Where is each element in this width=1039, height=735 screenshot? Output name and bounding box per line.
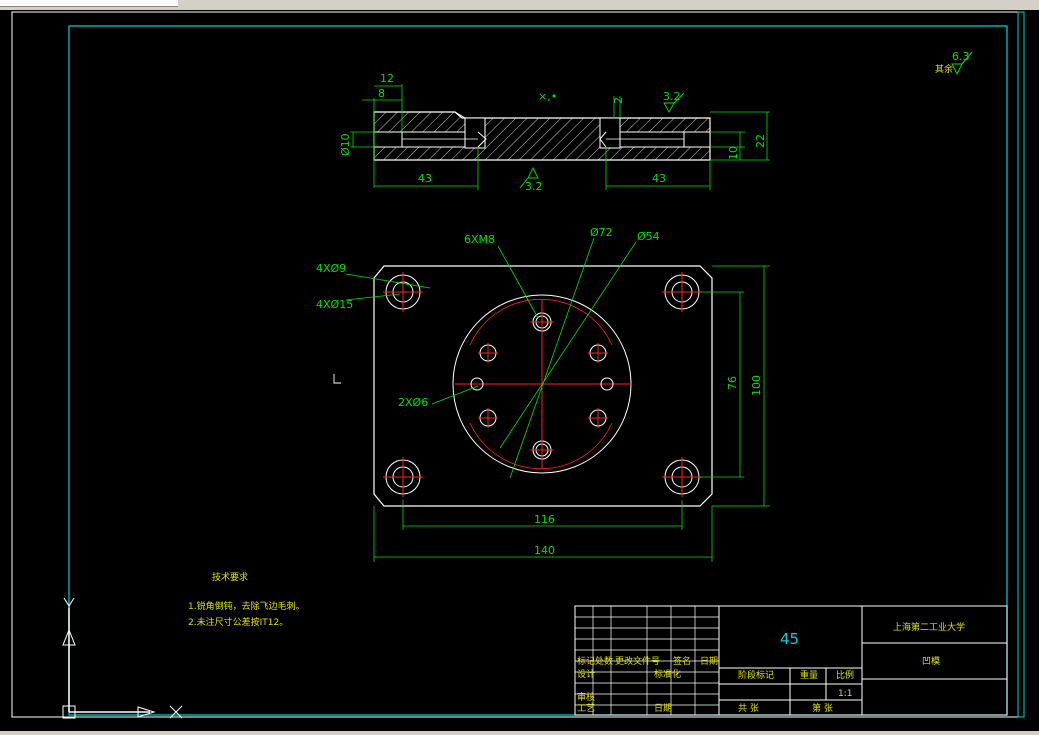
roughness-remaining: 其余 6.3 — [935, 50, 973, 76]
command-strip — [0, 0, 1039, 10]
cursor-glyph: ×,• — [538, 90, 557, 103]
dim-2: 2 — [612, 97, 625, 104]
callout-phi54: Ø54 — [637, 230, 660, 243]
roughness-top-value: 3.2 — [663, 90, 681, 103]
roughness-bottom-value: 3.2 — [525, 180, 543, 193]
tb-mark: 标记 — [577, 655, 595, 667]
title-block: 标记 处数 更改文件号 签名 日期 设计 标准化 审核 工艺 日期 阶段标记 重… — [574, 605, 1008, 716]
command-input[interactable] — [0, 0, 178, 7]
tb-count: 处数 — [595, 655, 613, 667]
callout-2x-phi6: 2XØ6 — [398, 396, 428, 409]
dim-116: 116 — [534, 513, 555, 526]
tb-weight: 重量 — [800, 669, 818, 681]
roughness-value: 6.3 — [952, 50, 970, 63]
scroll-edge — [1017, 11, 1025, 718]
tb-date: 日期 — [700, 656, 718, 667]
tech-requirements: 技术要求 1.锐角倒钝，去除飞边毛刺。 2.未注尺寸公差按IT12。 — [188, 571, 305, 628]
tb-process: 工艺 — [577, 703, 595, 714]
tb-scale: 1:1 — [838, 689, 852, 699]
dim-10: 10 — [727, 146, 740, 160]
dim-22: 22 — [754, 134, 767, 148]
dim-140: 140 — [534, 544, 555, 557]
roughness-label: 其余 — [935, 63, 953, 75]
tb-review: 审核 — [577, 691, 595, 703]
callout-thread: 6XM8 — [464, 233, 495, 246]
ucs-icon — [62, 597, 183, 719]
tech-req-title: 技术要求 — [212, 571, 248, 583]
plan-view: 6XM8 Ø72 Ø54 4XØ9 4XØ15 2XØ6 116 140 76 … — [316, 226, 770, 562]
tb-scale-label: 比例 — [836, 669, 854, 681]
tb-material: 45 — [780, 630, 799, 648]
cad-drawing-canvas[interactable]: 其余 6.3 12 8 Ø10 43 43 22 10 2 3.2 3.2 ×,… — [0, 10, 1039, 731]
section-view: 12 8 Ø10 43 43 22 10 2 3.2 3.2 ×,• — [339, 72, 770, 193]
tb-sheet-of: 第 张 — [812, 702, 833, 714]
dim-12: 12 — [380, 72, 394, 85]
tb-change-doc: 更改文件号 — [615, 655, 660, 667]
status-strip — [0, 731, 1039, 735]
tb-stage: 阶段标记 — [738, 669, 774, 681]
dim-phi10: Ø10 — [339, 133, 352, 156]
dim-100: 100 — [750, 375, 763, 396]
tb-approve: 日期 — [654, 703, 672, 714]
dim-43-right: 43 — [652, 172, 666, 185]
dim-76: 76 — [726, 376, 739, 390]
dim-8: 8 — [378, 87, 385, 100]
callout-phi72: Ø72 — [590, 226, 613, 239]
tb-sheet: 共 张 — [738, 703, 759, 714]
callout-4x-phi15: 4XØ15 — [316, 298, 353, 311]
tech-req-item-1: 1.锐角倒钝，去除飞边毛刺。 — [188, 600, 305, 612]
callout-4x-phi9: 4XØ9 — [316, 262, 346, 275]
dim-43-left: 43 — [418, 172, 432, 185]
tb-standardize: 标准化 — [654, 668, 681, 680]
tb-designer: 设计 — [577, 668, 595, 680]
tb-company: 上海第二工业大学 — [893, 621, 965, 633]
tb-sign: 签名 — [673, 655, 691, 667]
tech-req-item-2: 2.未注尺寸公差按IT12。 — [188, 616, 288, 628]
tb-part-name: 凹模 — [922, 656, 940, 667]
